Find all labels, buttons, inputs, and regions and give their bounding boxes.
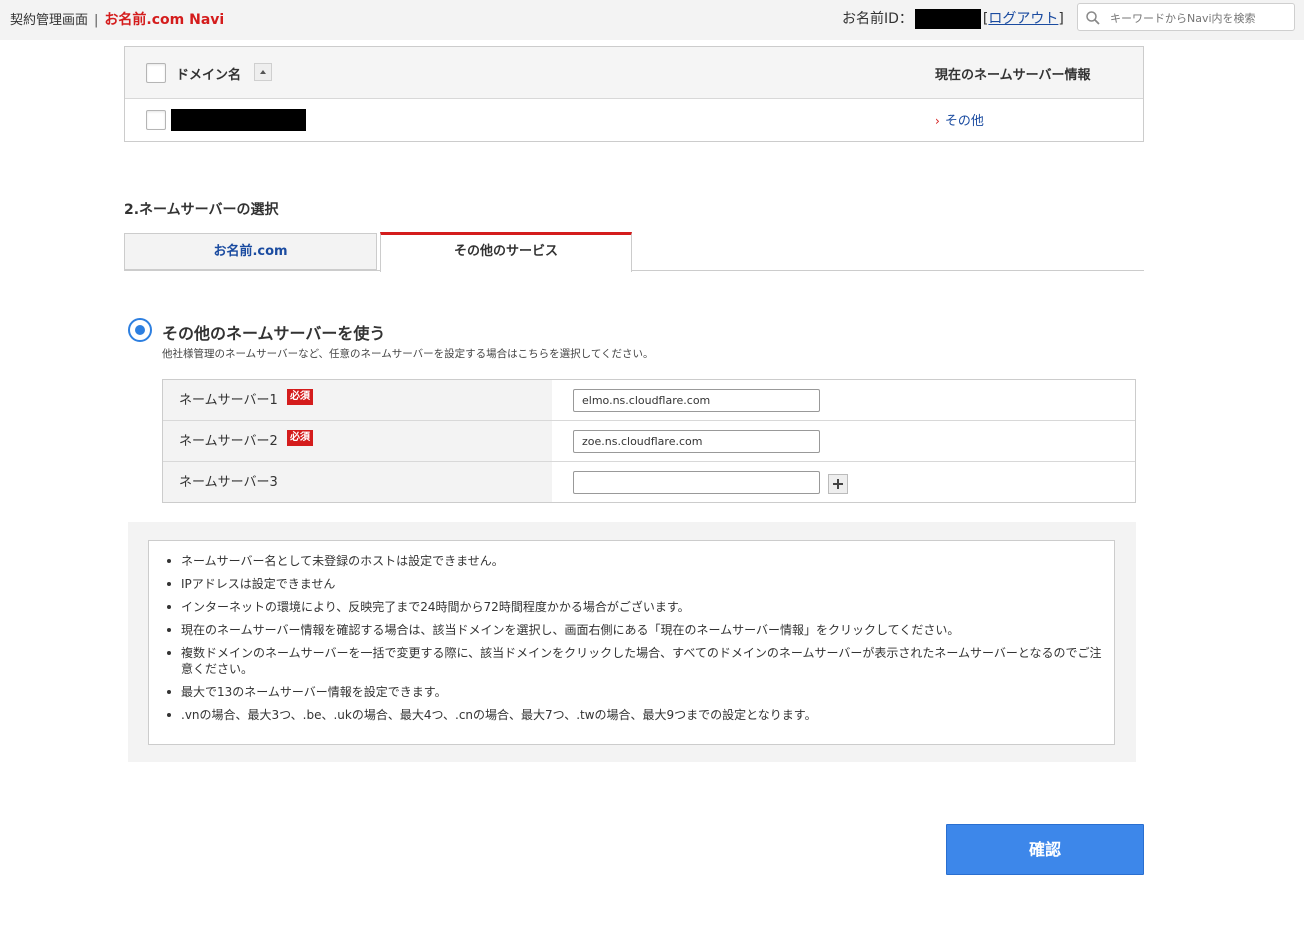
- domain-name-redacted: [171, 109, 306, 131]
- nameserver-label-cell: ネームサーバー1 必須: [163, 380, 552, 421]
- top-bar: 契約管理画面 | お名前.com Navi お名前ID： [ログアウト]: [0, 0, 1304, 40]
- domain-table: ドメイン名 現在のネームサーバー情報 › その他: [124, 46, 1144, 142]
- nameserver-3-input[interactable]: [573, 471, 820, 494]
- notes-panel: ネームサーバー名として未登録のホストは設定できません。 IPアドレスは設定できま…: [128, 522, 1136, 762]
- logout-bracket-close: ]: [1058, 11, 1064, 27]
- confirm-button[interactable]: 確認: [946, 824, 1144, 875]
- current-nameserver-label: その他: [944, 114, 984, 129]
- note-item: ネームサーバー名として未登録のホストは設定できません。: [165, 553, 1105, 569]
- logout-link[interactable]: ログアウト: [988, 11, 1058, 27]
- chevron-right-icon: ›: [935, 114, 940, 128]
- nameserver-label-cell: ネームサーバー2 必須: [163, 421, 552, 462]
- nameserver-1-input[interactable]: [573, 389, 820, 412]
- domain-row-checkbox[interactable]: [146, 110, 166, 130]
- current-nameserver-link[interactable]: › その他: [935, 110, 984, 129]
- other-nameserver-label[interactable]: その他のネームサーバーを使う: [162, 320, 385, 344]
- account-id-label: お名前ID：: [842, 11, 913, 27]
- note-item: インターネットの環境により、反映完了まで24時間から72時間程度かかる場合がござ…: [165, 599, 1105, 615]
- breadcrumb-label[interactable]: 契約管理画面: [10, 13, 88, 28]
- nameserver-row-1: ネームサーバー1 必須: [163, 380, 1135, 421]
- column-header-nameserver: 現在のネームサーバー情報: [935, 68, 1091, 83]
- nameserver-row-3: ネームサーバー3: [163, 462, 1135, 502]
- breadcrumb: 契約管理画面 | お名前.com Navi: [10, 9, 224, 29]
- nameserver-2-label: ネームサーバー2: [179, 434, 278, 449]
- note-item: 最大で13のネームサーバー情報を設定できます。: [165, 684, 1105, 700]
- brand-logo-text[interactable]: お名前.com Navi: [104, 12, 224, 28]
- notes-list: ネームサーバー名として未登録のホストは設定できません。 IPアドレスは設定できま…: [165, 553, 1105, 730]
- select-all-checkbox[interactable]: [146, 63, 166, 83]
- required-badge: 必須: [287, 430, 313, 446]
- breadcrumb-separator: |: [94, 13, 99, 28]
- tab-other-service[interactable]: その他のサービス: [380, 232, 632, 272]
- note-item: 複数ドメインのネームサーバーを一括で変更する際に、該当ドメインをクリックした場合…: [165, 645, 1105, 677]
- add-nameserver-button[interactable]: [828, 474, 848, 494]
- sort-button[interactable]: [254, 63, 272, 81]
- search-box[interactable]: [1077, 3, 1295, 31]
- column-header-domain: ドメイン名: [176, 68, 242, 83]
- notes-box: ネームサーバー名として未登録のホストは設定できません。 IPアドレスは設定できま…: [148, 540, 1115, 745]
- other-nameserver-description: 他社様管理のネームサーバーなど、任意のネームサーバーを設定する場合はこちらを選択…: [162, 348, 654, 360]
- search-input[interactable]: [1108, 8, 1292, 28]
- other-nameserver-radio[interactable]: [128, 318, 152, 342]
- tab-onamae[interactable]: お名前.com: [124, 233, 377, 270]
- nameserver-2-input[interactable]: [573, 430, 820, 453]
- nameserver-label-cell: ネームサーバー3: [163, 462, 552, 502]
- nameserver-3-label: ネームサーバー3: [179, 475, 278, 490]
- domain-table-header: ドメイン名 現在のネームサーバー情報: [125, 47, 1143, 99]
- search-icon: [1086, 11, 1100, 25]
- nameserver-table: ネームサーバー1 必須 ネームサーバー2 必須 ネームサーバー3: [162, 379, 1136, 503]
- account-id-area: お名前ID： [ログアウト]: [842, 8, 1064, 29]
- required-badge: 必須: [287, 389, 313, 405]
- note-item: 現在のネームサーバー情報を確認する場合は、該当ドメインを選択し、画面右側にある「…: [165, 622, 1105, 638]
- nameserver-tabs: お名前.com その他のサービス: [124, 232, 1144, 272]
- section-title: 2.ネームサーバーの選択: [124, 202, 279, 218]
- nameserver-1-label: ネームサーバー1: [179, 393, 278, 408]
- account-id-redacted: [914, 9, 981, 29]
- note-item: .vnの場合、最大3つ、.be、.ukの場合、最大4つ、.cnの場合、最大7つ、…: [165, 707, 1105, 723]
- nameserver-row-2: ネームサーバー2 必須: [163, 421, 1135, 462]
- note-item: IPアドレスは設定できません: [165, 576, 1105, 592]
- tab-baseline: [124, 270, 1144, 271]
